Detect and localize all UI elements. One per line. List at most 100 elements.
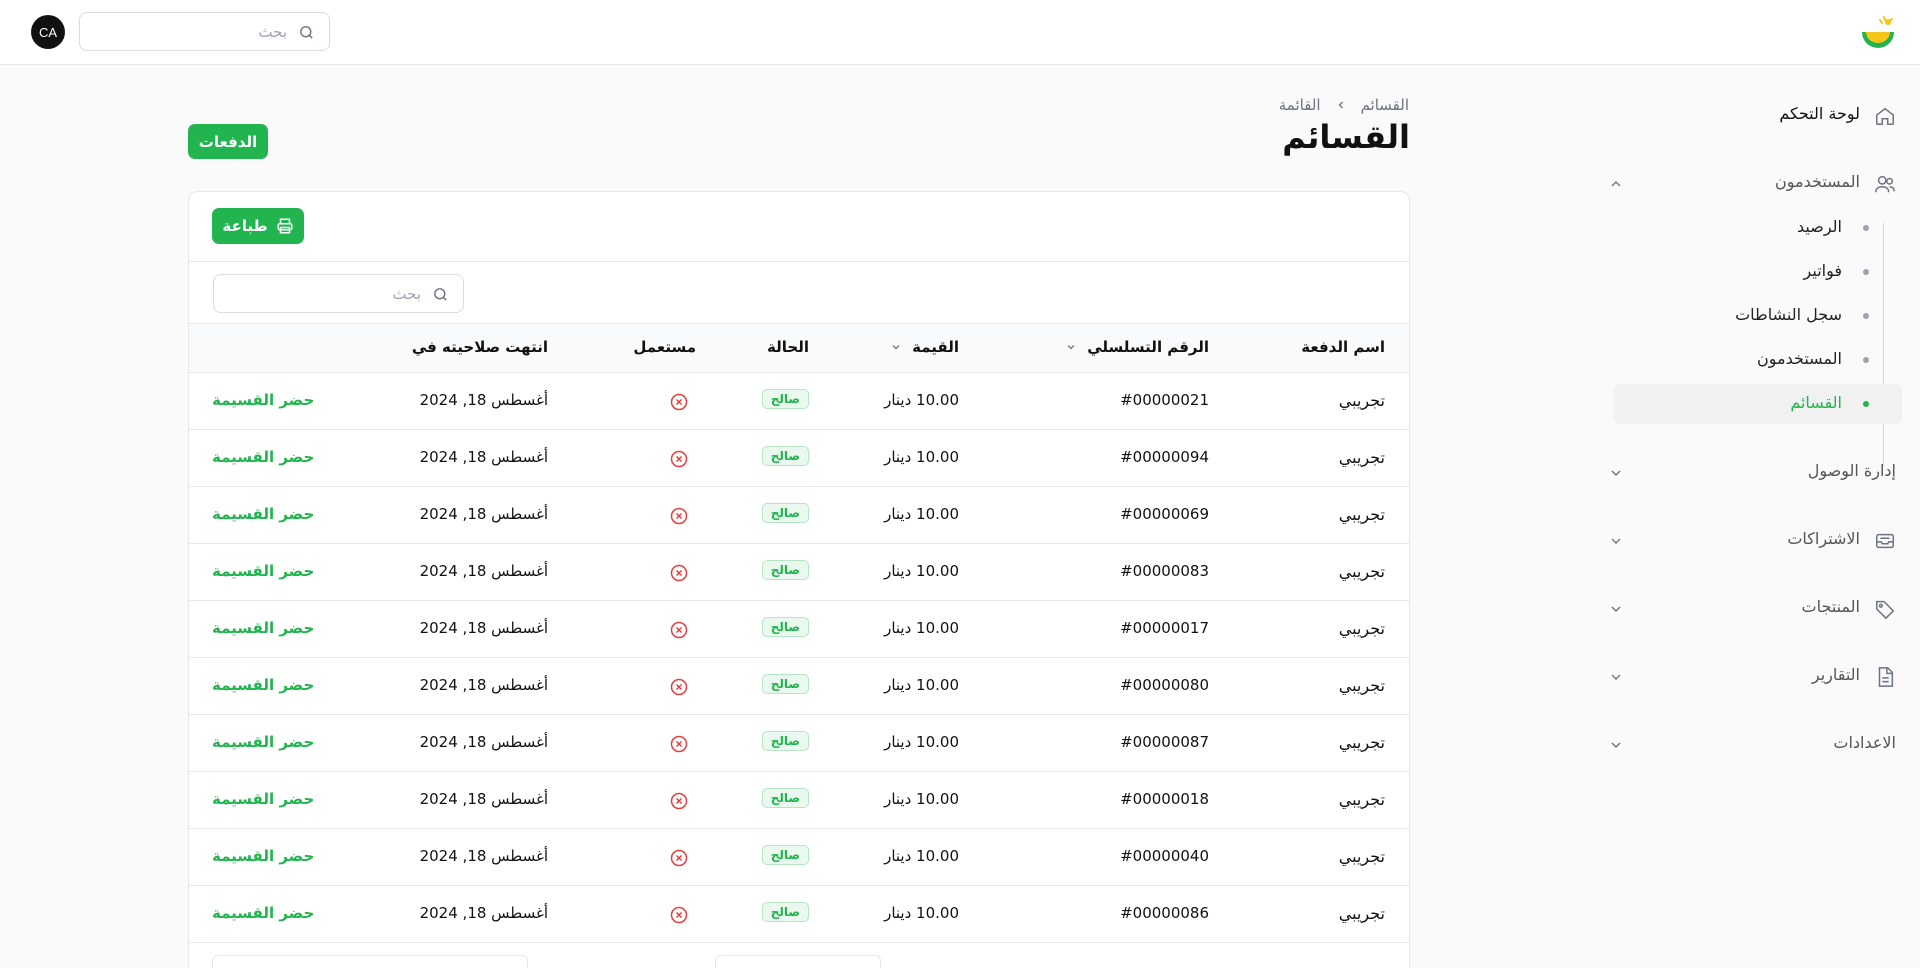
- x-circle-icon: [670, 678, 688, 696]
- cell-value: 10.00 دينار: [884, 391, 959, 409]
- chevron-down-icon: [892, 345, 900, 350]
- table-header: اسم الدفعة الرقم التسلسلي القيمة الحالة …: [189, 324, 1409, 373]
- column-value[interactable]: القيمة: [890, 338, 959, 356]
- cell-expires: أغسطس 18, 2024: [419, 847, 548, 865]
- prepare-voucher-link[interactable]: حضر القسيمة: [212, 676, 314, 694]
- chevron-down-icon: [1611, 538, 1621, 544]
- card-toolbar: طباعة: [189, 192, 1409, 262]
- cell-name: تجريبي: [1338, 391, 1385, 410]
- sidebar-item-invoices[interactable]: فواتير: [1614, 252, 1902, 292]
- sidebar: لوحة التحكم المستخدمون الرصيد فواتير سجل…: [1585, 65, 1920, 968]
- table-row: تجريبي #00000018 10.00 دينار صالح أغسطس 18, …: [189, 772, 1409, 829]
- prepare-voucher-link[interactable]: حضر القسيمة: [212, 448, 314, 466]
- prepare-voucher-link[interactable]: حضر القسيمة: [212, 562, 314, 580]
- bullet-icon: [1863, 401, 1869, 407]
- page-size-select[interactable]: [715, 955, 881, 968]
- status-badge: صالح: [761, 617, 809, 637]
- sidebar-item-label: المستخدمون: [1757, 349, 1842, 368]
- users-icon: [1875, 175, 1895, 193]
- cell-serial: #00000087: [1120, 733, 1209, 751]
- bullet-icon: [1863, 225, 1869, 231]
- pagination[interactable]: [212, 955, 528, 968]
- sidebar-item-settings[interactable]: الاعدادات: [1608, 725, 1896, 765]
- sidebar-item-dashboard[interactable]: لوحة التحكم: [1608, 96, 1896, 136]
- cell-expires: أغسطس 18, 2024: [419, 505, 548, 523]
- table-row: تجريبي #00000069 10.00 دينار صالح أغسطس 18, …: [189, 487, 1409, 544]
- sidebar-item-users-group[interactable]: المستخدمون: [1608, 164, 1896, 204]
- x-circle-icon: [670, 564, 688, 582]
- sidebar-item-products[interactable]: المنتجات: [1608, 589, 1896, 629]
- breadcrumb-vouchers[interactable]: القسائم: [1361, 96, 1409, 114]
- sidebar-item-label: الاعدادات: [1833, 733, 1896, 752]
- column-used: مستعمل: [633, 338, 696, 356]
- document-icon: [1878, 667, 1894, 687]
- cell-expires: أغسطس 18, 2024: [419, 790, 548, 808]
- top-bar: بحث CA: [0, 0, 1920, 65]
- cell-value: 10.00 دينار: [884, 847, 959, 865]
- page-title: القسائم: [1282, 118, 1410, 156]
- table-row: تجريبي #00000094 10.00 دينار صالح أغسطس 18, …: [189, 430, 1409, 487]
- x-circle-icon: [670, 507, 688, 525]
- status-badge: صالح: [761, 503, 809, 523]
- x-circle-icon: [670, 621, 688, 639]
- breadcrumb-list: القائمة: [1278, 96, 1321, 114]
- chevron-up-icon: [1611, 181, 1621, 187]
- sidebar-item-activity-log[interactable]: سجل النشاطات: [1614, 296, 1902, 336]
- cell-value: 10.00 دينار: [884, 790, 959, 808]
- printer-icon: [277, 218, 293, 234]
- prepare-voucher-link[interactable]: حضر القسيمة: [212, 619, 314, 637]
- sidebar-item-subscriptions[interactable]: الاشتراكات: [1608, 521, 1896, 561]
- status-badge: صالح: [761, 446, 809, 466]
- status-badge: صالح: [761, 902, 809, 922]
- sidebar-item-users[interactable]: المستخدمون: [1614, 340, 1902, 380]
- sidebar-item-label: المستخدمون: [1775, 172, 1860, 191]
- search-placeholder: بحث: [258, 23, 287, 41]
- sidebar-item-balance[interactable]: الرصيد: [1614, 208, 1902, 248]
- cell-value: 10.00 دينار: [884, 904, 959, 922]
- sidebar-item-access[interactable]: إدارة الوصول: [1608, 453, 1896, 493]
- cell-serial: #00000018: [1120, 790, 1209, 808]
- cell-name: تجريبي: [1338, 619, 1385, 638]
- sidebar-item-reports[interactable]: التقارير: [1608, 657, 1896, 697]
- cell-name: تجريبي: [1338, 904, 1385, 923]
- logo-icon[interactable]: [1858, 14, 1898, 54]
- sidebar-item-label: القسائم: [1790, 393, 1842, 412]
- inbox-icon: [1876, 533, 1894, 549]
- table-search-input[interactable]: بحث: [213, 274, 464, 313]
- x-circle-icon: [670, 735, 688, 753]
- prepare-voucher-link[interactable]: حضر القسيمة: [212, 790, 314, 808]
- cell-expires: أغسطس 18, 2024: [419, 448, 548, 466]
- search-icon: [300, 26, 313, 39]
- prepare-voucher-link[interactable]: حضر القسيمة: [212, 733, 314, 751]
- x-circle-icon: [670, 849, 688, 867]
- column-serial[interactable]: الرقم التسلسلي: [1065, 338, 1209, 356]
- column-name[interactable]: اسم الدفعة: [1301, 338, 1385, 356]
- cell-expires: أغسطس 18, 2024: [419, 904, 548, 922]
- table-row: تجريبي #00000040 10.00 دينار صالح أغسطس 18, …: [189, 829, 1409, 886]
- sidebar-item-vouchers[interactable]: القسائم: [1614, 384, 1902, 424]
- cell-serial: #00000080: [1120, 676, 1209, 694]
- prepare-voucher-link[interactable]: حضر القسيمة: [212, 505, 314, 523]
- search-input[interactable]: بحث: [79, 12, 330, 51]
- payments-button[interactable]: الدفعات: [188, 124, 268, 159]
- sidebar-item-label: الاشتراكات: [1787, 529, 1860, 548]
- print-button[interactable]: طباعة: [212, 208, 304, 244]
- chevron-down-icon: [1611, 470, 1621, 476]
- prepare-voucher-link[interactable]: حضر القسيمة: [212, 904, 314, 922]
- column-expires: انتهت صلاحيته في: [411, 338, 548, 356]
- chevron-down-icon: [1611, 674, 1621, 680]
- avatar[interactable]: CA: [31, 15, 65, 49]
- prepare-voucher-link[interactable]: حضر القسيمة: [212, 391, 314, 409]
- table-row: تجريبي #00000083 10.00 دينار صالح أغسطس 18, …: [189, 544, 1409, 601]
- table-row: تجريبي #00000087 10.00 دينار صالح أغسطس 18, …: [189, 715, 1409, 772]
- x-circle-icon: [670, 792, 688, 810]
- cell-value: 10.00 دينار: [884, 619, 959, 637]
- prepare-voucher-link[interactable]: حضر القسيمة: [212, 847, 314, 865]
- chevron-down-icon: [1067, 345, 1075, 350]
- x-circle-icon: [670, 906, 688, 924]
- x-circle-icon: [670, 393, 688, 411]
- table-row: تجريبي #00000017 10.00 دينار صالح أغسطس 18, …: [189, 601, 1409, 658]
- status-badge: صالح: [761, 560, 809, 580]
- cell-name: تجريبي: [1338, 562, 1385, 581]
- chevron-down-icon: [1611, 606, 1621, 612]
